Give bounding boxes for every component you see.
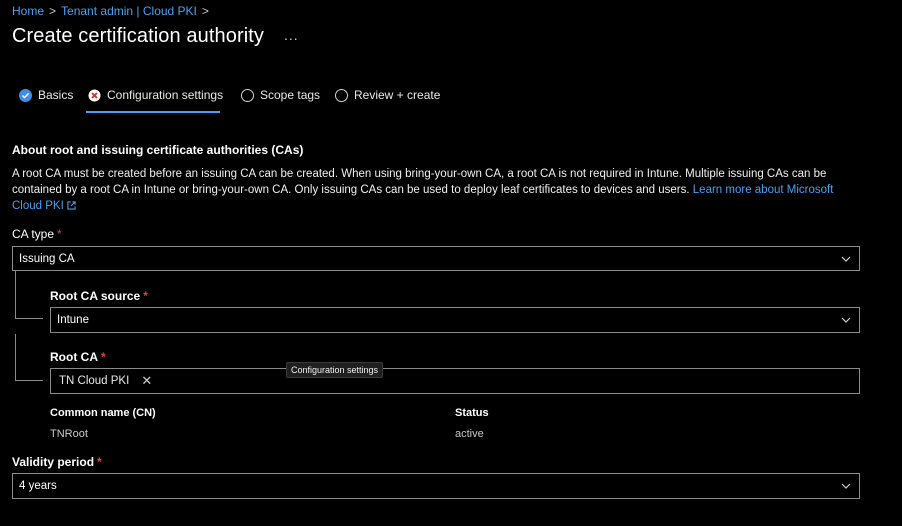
required-marker: * [101,350,106,364]
validity-period-dropdown[interactable]: 4 years [12,473,860,499]
page-title: Create certification authority [12,25,265,47]
required-marker: * [97,455,102,469]
breadcrumb-separator: > [201,4,209,18]
check-circle-icon [19,88,32,102]
required-marker: * [143,289,148,303]
breadcrumb-separator: > [49,4,57,18]
tree-connector [15,271,16,318]
error-icon [88,89,101,102]
section-heading: About root and issuing certificate autho… [12,143,304,157]
root-ca-tag-label: TN Cloud PKI [59,375,130,387]
tab-scope-tags[interactable]: Scope tags [241,88,320,102]
breadcrumb-tenant-admin[interactable]: Tenant admin | Cloud PKI [61,4,197,18]
breadcrumb-home[interactable]: Home [12,4,44,18]
tab-configuration-settings[interactable]: Configuration settings [88,88,223,102]
tab-review-create[interactable]: Review + create [335,88,440,102]
root-ca-source-label: Root CA source * [50,289,148,303]
root-ca-picker[interactable]: TN Cloud PKI ✕ [50,368,860,394]
chevron-down-icon [841,256,851,262]
validity-period-value: 4 years [19,480,57,492]
external-link-icon [67,201,76,210]
remove-tag-icon[interactable]: ✕ [141,373,152,389]
status-label: Status [455,407,489,419]
tab-configuration-settings-label: Configuration settings [107,88,224,102]
section-description: A root CA must be created before an issu… [12,166,862,214]
ca-type-label: CA type * [12,227,62,241]
tab-basics-label: Basics [38,88,74,102]
more-options-button[interactable]: ... [284,27,299,43]
status-value: active [455,428,484,440]
circle-icon [335,88,348,102]
chevron-down-icon [841,317,851,323]
tree-connector [15,380,43,381]
circle-icon [241,88,254,102]
active-tab-indicator [86,111,220,113]
tree-connector [15,334,16,380]
common-name-label: Common name (CN) [50,407,156,419]
root-ca-source-value: Intune [57,314,89,326]
ca-type-value: Issuing CA [19,252,75,265]
root-ca-source-dropdown[interactable]: Intune [50,307,860,333]
root-ca-label: Root CA * [50,350,106,364]
validity-period-label: Validity period * [12,455,102,469]
chevron-down-icon [841,483,851,489]
tooltip: Configuration settings [286,362,384,378]
tree-connector [15,318,43,319]
ca-type-dropdown[interactable]: Issuing CA [12,246,860,271]
root-ca-tag: TN Cloud PKI ✕ [59,373,152,389]
tab-review-create-label: Review + create [354,88,441,102]
tab-basics[interactable]: Basics [19,88,73,102]
common-name-value: TNRoot [50,428,88,440]
tab-scope-tags-label: Scope tags [260,88,321,102]
breadcrumb: Home > Tenant admin | Cloud PKI > [12,4,214,18]
required-marker: * [57,227,62,241]
